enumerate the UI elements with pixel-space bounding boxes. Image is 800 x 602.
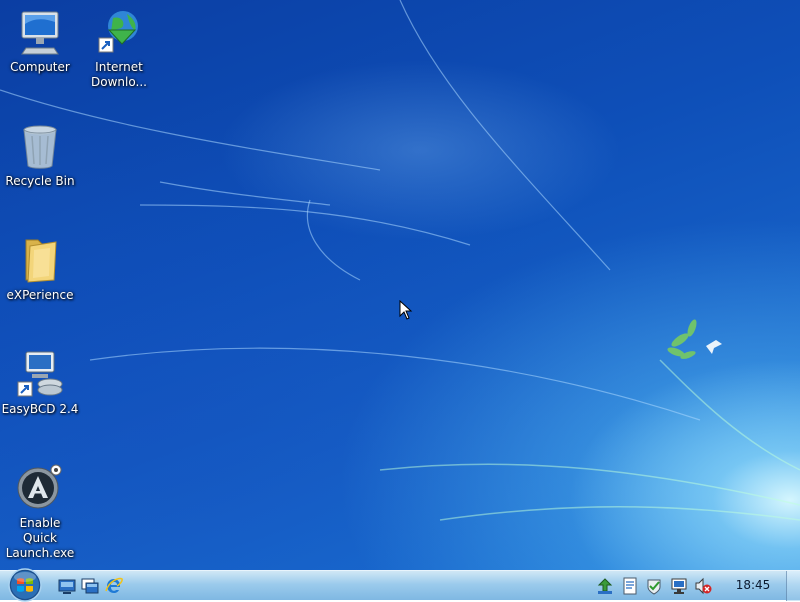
start-button[interactable] (6, 568, 44, 602)
desktop-icon-enable-quick-launch[interactable]: Enable Quick Launch.exe (1, 464, 79, 561)
folder-icon (25, 239, 57, 283)
desktop-icon-computer[interactable]: Computer (1, 8, 79, 75)
internet-download-manager-icon (98, 11, 138, 53)
show-desktop-icon[interactable] (58, 577, 76, 595)
taskbar: 18:45 (0, 568, 800, 602)
quick-launch-exe-icon (17, 464, 62, 509)
desktop-icon-easybcd[interactable]: EasyBCD 2.4 (1, 350, 79, 417)
desktop-icon-recycle-bin[interactable]: Recycle Bin (1, 122, 79, 189)
desktop-icon-label: Internet Downlo... (91, 60, 147, 89)
internet-explorer-icon[interactable] (105, 577, 123, 595)
document-tray-icon[interactable] (621, 577, 639, 595)
desktop-icon-label: Enable Quick Launch.exe (5, 516, 75, 560)
recycle-bin-icon (23, 125, 57, 169)
desktop-icon-label: eXPerience (6, 288, 74, 302)
desktop-icon-label: EasyBCD 2.4 (1, 402, 79, 416)
desktop-icon-internet-download-manager[interactable]: Internet Downlo... (80, 8, 158, 90)
switch-windows-icon[interactable] (81, 577, 99, 595)
easybcd-icon (17, 351, 63, 397)
clock[interactable]: 18:45 (728, 578, 778, 592)
security-tray-icon[interactable] (645, 577, 663, 595)
mouse-cursor-icon (399, 300, 413, 320)
network-tray-icon[interactable] (596, 577, 614, 595)
leaf-art (667, 319, 697, 359)
desktop-icon-experience[interactable]: eXPerience (1, 236, 79, 303)
desktop-icon-label: Computer (10, 60, 70, 74)
network-connection-icon[interactable] (670, 577, 688, 595)
bird-art (706, 340, 722, 354)
show-desktop-button[interactable] (786, 571, 800, 601)
desktop-icon-label: Recycle Bin (5, 174, 75, 188)
computer-icon (21, 11, 59, 55)
volume-muted-icon[interactable] (694, 577, 712, 595)
desktop[interactable]: Computer Internet Downlo... Recycle Bin … (0, 0, 800, 570)
